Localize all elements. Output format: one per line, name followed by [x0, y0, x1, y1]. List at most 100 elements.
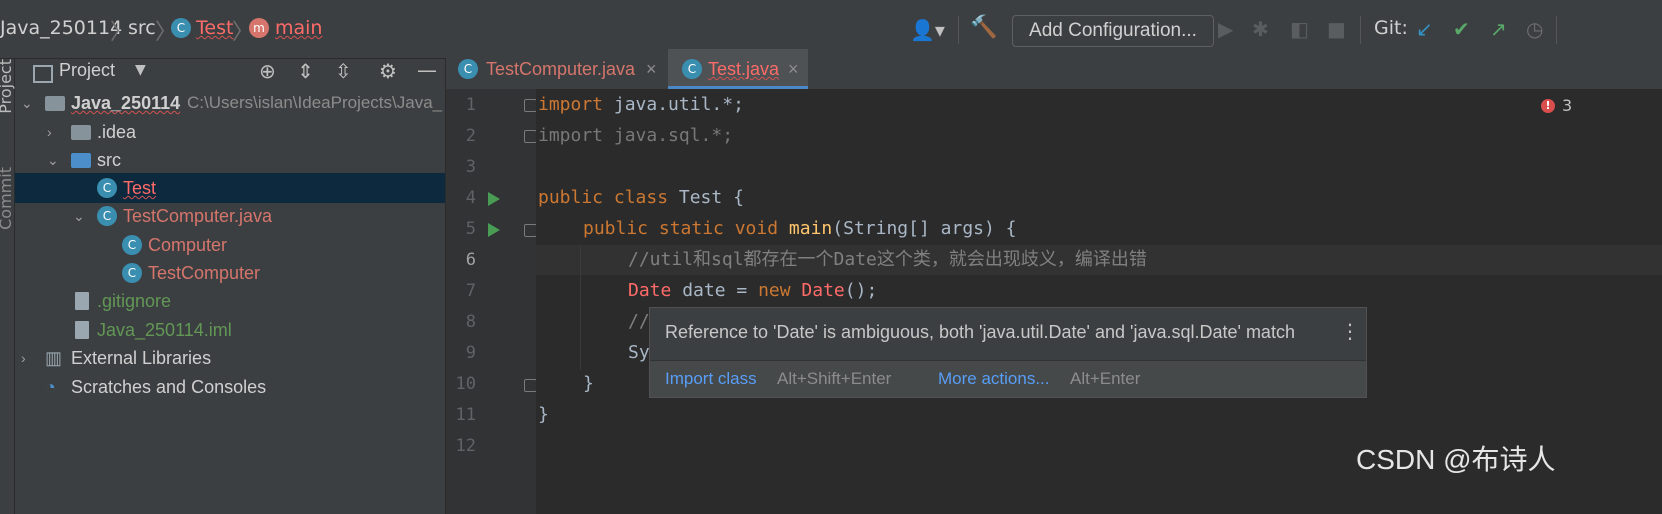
git-update-icon[interactable]: ↙	[1416, 19, 1433, 39]
user-icon[interactable]: 👤▾	[910, 20, 945, 40]
gear-icon[interactable]: ⚙	[379, 59, 397, 83]
close-icon[interactable]: ×	[646, 49, 657, 89]
popup-message: Reference to 'Date' is ambiguous, both '…	[665, 322, 1295, 342]
class-icon: C	[122, 263, 142, 283]
tree-row-testcomputer[interactable]: C TestComputer	[15, 258, 445, 288]
coverage-icon[interactable]: ◧	[1290, 19, 1309, 39]
code-line-1[interactable]: import java.util.*;	[538, 90, 744, 120]
tree-row-external-libraries[interactable]: › ▥ External Libraries	[15, 343, 445, 373]
chevron-right-icon[interactable]: ›	[21, 343, 26, 373]
code-text: Test {	[668, 187, 744, 208]
git-history-icon[interactable]: ◷	[1526, 19, 1543, 39]
code-error-type: Date	[628, 280, 672, 301]
debug-icon[interactable]: ✱	[1252, 19, 1269, 39]
editor-tab-bar: C TestComputer.java × C Test.java ×	[446, 49, 1662, 90]
git-commit-icon[interactable]: ✔	[1453, 19, 1470, 39]
project-view-label[interactable]: Project	[59, 60, 115, 81]
run-class-icon[interactable]	[488, 192, 500, 206]
tree-row-computer[interactable]: C Computer	[15, 230, 445, 260]
build-hammer-icon[interactable]: 🔨	[970, 17, 997, 39]
toolbar-divider	[1556, 16, 1557, 44]
code-line-5[interactable]: public static void main(String[] args) {	[583, 214, 1017, 244]
project-view-icon	[33, 65, 53, 83]
chevron-down-icon[interactable]: ⌄	[47, 145, 59, 175]
code-text: }	[538, 404, 549, 425]
chevron-down-icon[interactable]: ⌄	[21, 88, 33, 118]
line-number: 7	[465, 281, 476, 301]
hide-icon[interactable]: —	[417, 58, 437, 82]
chevron-right-icon[interactable]: ›	[47, 117, 52, 147]
locate-icon[interactable]: ⊕	[259, 59, 276, 83]
code-text: java.util.*;	[603, 94, 744, 115]
more-actions-shortcut: Alt+Enter	[1070, 369, 1141, 388]
breadcrumb-project[interactable]: Java_250114	[0, 17, 122, 39]
tree-row-scratches[interactable]: ◔ Scratches and Consoles	[15, 372, 445, 402]
line-number: 2	[465, 126, 476, 146]
breadcrumb-class[interactable]: Test	[196, 17, 233, 39]
code-line-9[interactable]: Sy	[628, 338, 650, 368]
run-main-icon[interactable]	[488, 223, 500, 237]
error-icon[interactable]: !	[1541, 99, 1555, 113]
tree-row-iml[interactable]: Java_250114.iml	[15, 315, 445, 345]
tree-row-idea[interactable]: › .idea	[15, 117, 445, 147]
import-class-link[interactable]: Import class	[665, 369, 757, 389]
code-line-6[interactable]: //util和sql都存在一个Date这个类，就会出现歧义，编译出错	[628, 245, 1147, 275]
code-line-8[interactable]: //	[628, 307, 650, 337]
tree-row-test[interactable]: C Test	[15, 173, 445, 203]
tree-label: Java_250114	[71, 93, 181, 113]
code-line-7[interactable]: Date date = new Date();	[628, 276, 877, 306]
add-configuration-button[interactable]: Add Configuration...	[1012, 15, 1214, 47]
tree-label: TestComputer	[148, 263, 261, 283]
code-text: import java.sql.*;	[538, 125, 734, 146]
error-count[interactable]: 3	[1562, 96, 1572, 115]
line-number: 8	[465, 312, 476, 332]
class-icon: C	[122, 235, 142, 255]
line-number: 12	[455, 436, 476, 456]
project-tool-tab[interactable]: Project	[0, 59, 15, 114]
close-icon[interactable]: ×	[788, 49, 799, 89]
tree-row-src[interactable]: ⌄ src	[15, 145, 445, 175]
more-actions-link[interactable]: More actions...	[938, 369, 1050, 389]
commit-tool-tab[interactable]: Commit	[0, 167, 15, 230]
chevron-down-icon[interactable]: ⌄	[73, 201, 85, 231]
code-keyword: public class	[538, 187, 669, 208]
run-icon[interactable]: ▶	[1218, 19, 1233, 39]
code-line-2[interactable]: import java.sql.*;	[538, 121, 733, 151]
git-push-icon[interactable]: ↗	[1490, 19, 1507, 39]
tab-testcomputer-java[interactable]: C TestComputer.java ×	[446, 49, 666, 89]
java-file-icon: C	[458, 59, 478, 79]
tree-row-gitignore[interactable]: .gitignore	[15, 286, 445, 316]
code-line-10[interactable]: }	[583, 369, 594, 399]
tab-test-java[interactable]: C Test.java ×	[668, 49, 808, 89]
chevron-down-icon[interactable]: ▼	[135, 62, 146, 78]
collapse-all-icon[interactable]: ⇳	[335, 59, 352, 83]
source-folder-icon	[71, 153, 91, 168]
scratches-icon: ◔	[45, 377, 56, 397]
stop-icon[interactable]: ■	[1327, 19, 1346, 39]
tree-label: .idea	[97, 122, 137, 142]
line-number: 4	[465, 188, 476, 208]
tree-label: External Libraries	[71, 348, 212, 368]
watermark: CSDN @布诗人	[1356, 444, 1556, 475]
expand-all-icon[interactable]: ⇕	[297, 59, 314, 83]
tree-label: Computer	[148, 235, 228, 255]
breadcrumb-src[interactable]: src	[128, 17, 156, 39]
breadcrumb-method[interactable]: main	[275, 17, 322, 39]
class-icon: C	[97, 178, 117, 198]
tab-label: TestComputer.java	[486, 59, 636, 79]
tree-label: Java_250114.iml	[97, 320, 232, 340]
more-options-icon[interactable]: ⋮	[1340, 319, 1360, 343]
class-icon: C	[171, 18, 191, 38]
code-line-4[interactable]: public class Test {	[538, 183, 744, 213]
popup-actions: Import class Alt+Shift+Enter More action…	[650, 361, 1366, 397]
code-method-name: main	[788, 218, 833, 239]
library-icon: ▥	[45, 348, 63, 368]
module-folder-icon	[45, 96, 65, 111]
line-number: 1	[465, 95, 476, 115]
tree-row-project-root[interactable]: ⌄ Java_250114 C:\Users\islan\IdeaProject…	[15, 88, 445, 118]
tab-label: Test.java	[708, 59, 780, 79]
method-icon: m	[249, 18, 269, 38]
code-line-11[interactable]: }	[538, 400, 549, 430]
folder-icon	[71, 125, 91, 140]
tree-row-testcomputer-java[interactable]: ⌄ C TestComputer.java	[15, 201, 445, 231]
